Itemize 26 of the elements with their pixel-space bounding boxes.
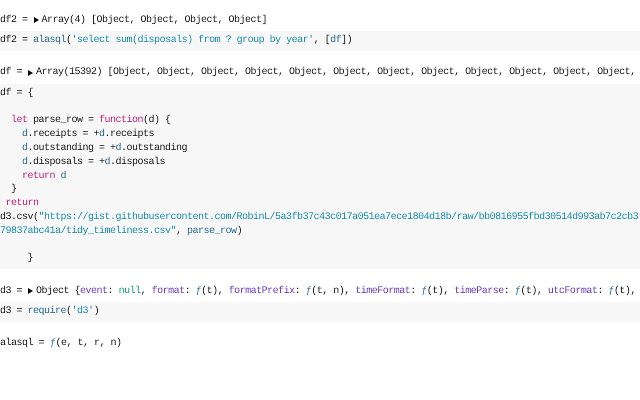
code-line: d3.csv("https://gist.githubusercontent.com/RobinL/5a3fb37c43c017a051ea7ece1804d18b/raw/bb0816955fbd30514d993ab7c2cb3 xyxy=(0,212,638,223)
code-line: df = { xyxy=(0,88,34,99)
code-line: return d xyxy=(21,170,66,182)
cell-name: d3 = xyxy=(0,286,22,297)
code-line: df2 = alasql('select sum(disposals) from ? group by year', [df]) xyxy=(0,35,352,46)
code-block[interactable]: d3 = require('d3') xyxy=(0,302,640,322)
cell-name: alasql = xyxy=(0,338,44,350)
code-line: d.outstanding = +d.outstanding xyxy=(21,142,188,154)
code-line: } xyxy=(10,184,17,196)
code-block[interactable]: df2 = alasql('select sum(disposals) from ? group by year', [df]) xyxy=(0,31,640,51)
expand-toggle-icon[interactable] xyxy=(34,17,39,23)
code-line: let parse_row = function(d) { xyxy=(10,115,171,126)
cell-name: df = xyxy=(0,67,22,78)
expand-toggle-icon[interactable] xyxy=(28,288,34,294)
code-line: d.disposals = +d.disposals xyxy=(21,156,166,168)
code-line: d.receipts = +d.receipts xyxy=(21,129,154,140)
code-line: d3 = require('d3') xyxy=(0,306,100,318)
code-line: 79837abc41a/tidy_timeliness.csv", parse_row) xyxy=(0,226,242,237)
code-line: } xyxy=(26,253,34,264)
code-line: return xyxy=(4,198,39,210)
cell-value: Array(15392) [Object, Object, Object, Object, Object, Object, Object, Object, Object, Object, Object, Object, xyxy=(36,67,636,78)
cell-value: Object {event: null, format: ƒ(t), formatPrefix: ƒ(t, n), timeFormat: ƒ(t), timeParse: ƒ(t), utcFormat: ƒ(t), xyxy=(36,286,636,297)
cell-value: ƒ(e, t, r, n) xyxy=(50,338,122,350)
expand-toggle-icon[interactable] xyxy=(28,70,34,76)
cell-name: df2 = xyxy=(0,14,28,26)
cell-value: Array(4) [Object, Object, Object, Object] xyxy=(42,14,268,26)
